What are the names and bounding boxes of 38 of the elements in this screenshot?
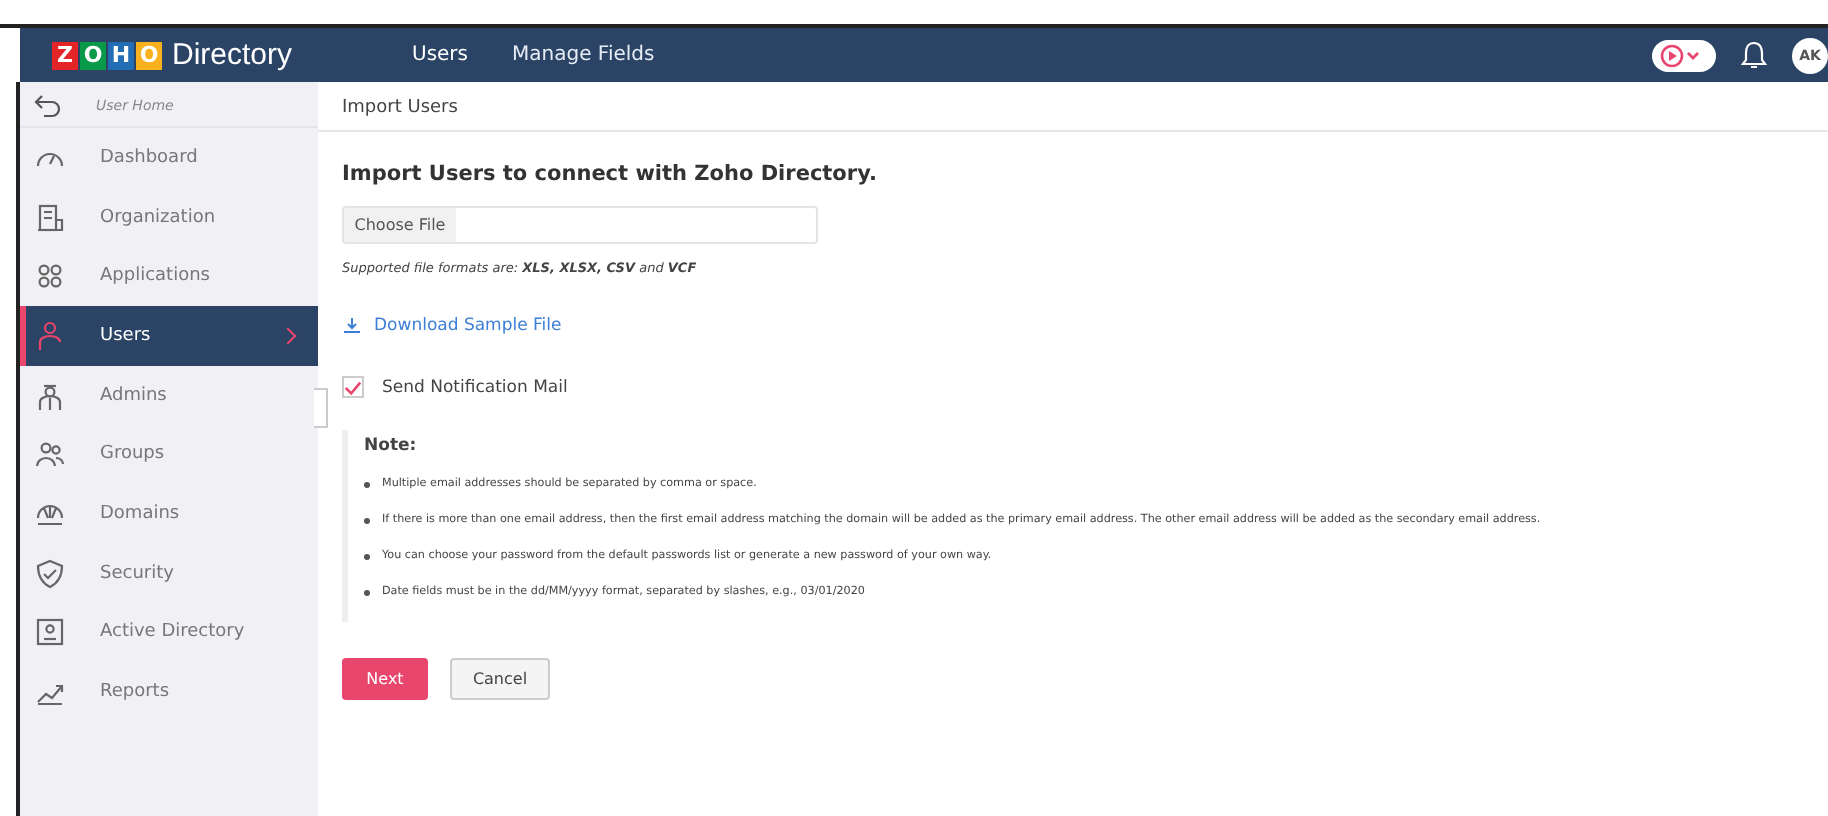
- sidebar-item[interactable]: Admins: [20, 365, 318, 425]
- bullet-icon: [364, 481, 370, 487]
- sidebar-item[interactable]: Reports: [20, 662, 318, 722]
- shield-icon: [34, 557, 66, 590]
- bullet-icon: [364, 517, 370, 523]
- bullet-icon: [364, 553, 370, 559]
- grid-icon: [34, 260, 66, 293]
- id-card-icon: [34, 616, 66, 649]
- form-heading: Import Users to connect with Zoho Directory.: [342, 162, 879, 186]
- people-icon: [34, 438, 66, 471]
- building-icon: [34, 201, 66, 234]
- bullet-icon: [364, 589, 370, 595]
- nav-tab[interactable]: Users: [412, 44, 469, 66]
- file-input[interactable]: Choose File: [342, 206, 818, 244]
- recording-menu-button[interactable]: [1652, 39, 1716, 71]
- download-link[interactable]: Download Sample File: [342, 316, 562, 336]
- checkbox-label: Send Notification Mail: [382, 377, 568, 397]
- checkbox[interactable]: [342, 376, 364, 398]
- person-icon: [34, 379, 66, 412]
- sidebar-item[interactable]: Organization: [20, 187, 318, 247]
- sidebar-item[interactable]: Users: [20, 306, 318, 366]
- sidebar-item[interactable]: Groups: [20, 424, 318, 485]
- nav-tab[interactable]: Manage Fields: [512, 44, 655, 66]
- sidebar-item[interactable]: Security: [20, 543, 318, 603]
- page-title: Import Users: [318, 82, 1828, 132]
- back-arrow-icon: [34, 94, 62, 118]
- next-button[interactable]: Next: [342, 658, 428, 700]
- cancel-button[interactable]: Cancel: [450, 658, 550, 700]
- app-logo[interactable]: Z O H O Directory: [20, 38, 352, 72]
- download-icon: [342, 316, 362, 336]
- collapse-handle[interactable]: [314, 388, 328, 428]
- sidebar-item[interactable]: Active Directory: [20, 603, 318, 663]
- bell-icon[interactable]: [1740, 39, 1768, 71]
- user-icon: [34, 319, 66, 352]
- note-title: Note:: [364, 436, 419, 456]
- sidebar-item[interactable]: Dashboard: [20, 128, 318, 188]
- sidebar-item[interactable]: Applications: [20, 246, 318, 307]
- sidebar-item[interactable]: Domains: [20, 484, 318, 544]
